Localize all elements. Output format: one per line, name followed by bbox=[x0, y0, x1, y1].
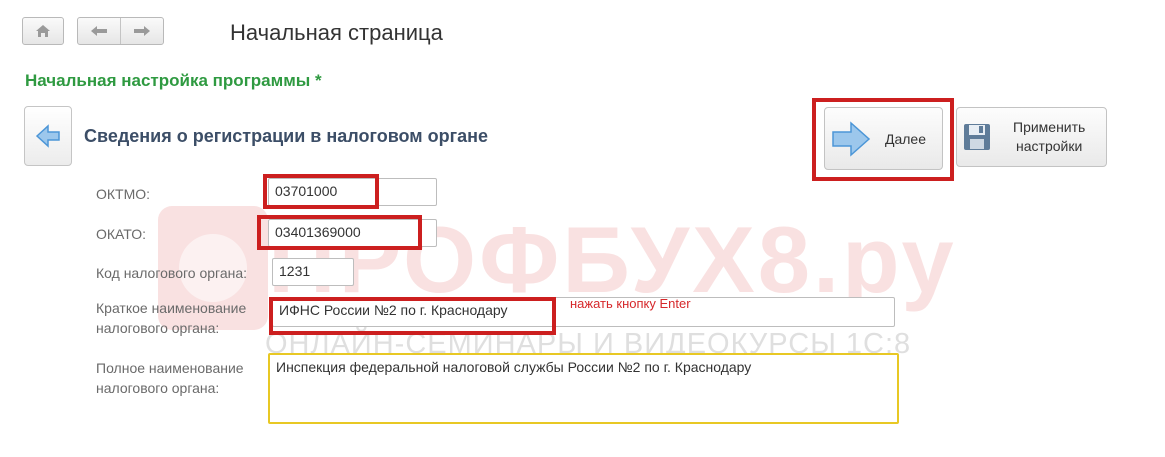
home-button[interactable] bbox=[22, 17, 64, 45]
arrow-left-icon bbox=[91, 26, 107, 36]
okato-label: ОКАТО: bbox=[96, 226, 146, 242]
save-icon bbox=[964, 124, 990, 150]
back-button[interactable] bbox=[24, 106, 72, 166]
page-title: Начальная страница bbox=[230, 20, 443, 45]
home-icon bbox=[36, 25, 50, 37]
short-name-label: Краткое наименование налогового органа: bbox=[96, 298, 246, 338]
arrow-right-icon bbox=[134, 26, 150, 36]
history-nav-group bbox=[77, 17, 164, 45]
next-button[interactable]: Далее bbox=[824, 107, 943, 170]
form-title: Сведения о регистрации в налоговом орган… bbox=[84, 126, 488, 146]
short-name-highlight bbox=[269, 297, 556, 335]
tax-code-field[interactable]: 1231 bbox=[272, 258, 354, 286]
short-name-label-line2: налогового органа: bbox=[96, 320, 220, 336]
full-name-label: Полное наименование налогового органа: bbox=[96, 358, 244, 398]
oktmo-label: ОКТМО: bbox=[96, 186, 151, 202]
short-name-label-line1: Краткое наименование bbox=[96, 300, 247, 316]
arrow-right-icon bbox=[832, 120, 871, 157]
arrow-left-icon bbox=[35, 124, 60, 148]
enter-key-annotation: нажать кнопку Enter bbox=[570, 296, 691, 311]
forward-nav-button[interactable] bbox=[121, 25, 163, 37]
oktmo-highlight bbox=[263, 174, 379, 209]
section-title: Начальная настройка программы * bbox=[25, 71, 322, 90]
next-button-label: Далее bbox=[885, 130, 927, 147]
apply-label-line1: Применить bbox=[1013, 119, 1086, 135]
apply-label-line2: настройки bbox=[1016, 138, 1083, 154]
full-name-label-line1: Полное наименование bbox=[96, 360, 244, 376]
okato-highlight bbox=[257, 215, 422, 250]
apply-settings-button[interactable]: Применить настройки bbox=[956, 107, 1107, 167]
apply-settings-label: Применить настройки bbox=[1013, 118, 1085, 156]
full-name-field[interactable]: Инспекция федеральной налоговой службы Р… bbox=[268, 353, 899, 424]
full-name-label-line2: налогового органа: bbox=[96, 380, 220, 396]
back-nav-button[interactable] bbox=[78, 25, 120, 37]
tax-code-label: Код налогового органа: bbox=[96, 265, 248, 281]
